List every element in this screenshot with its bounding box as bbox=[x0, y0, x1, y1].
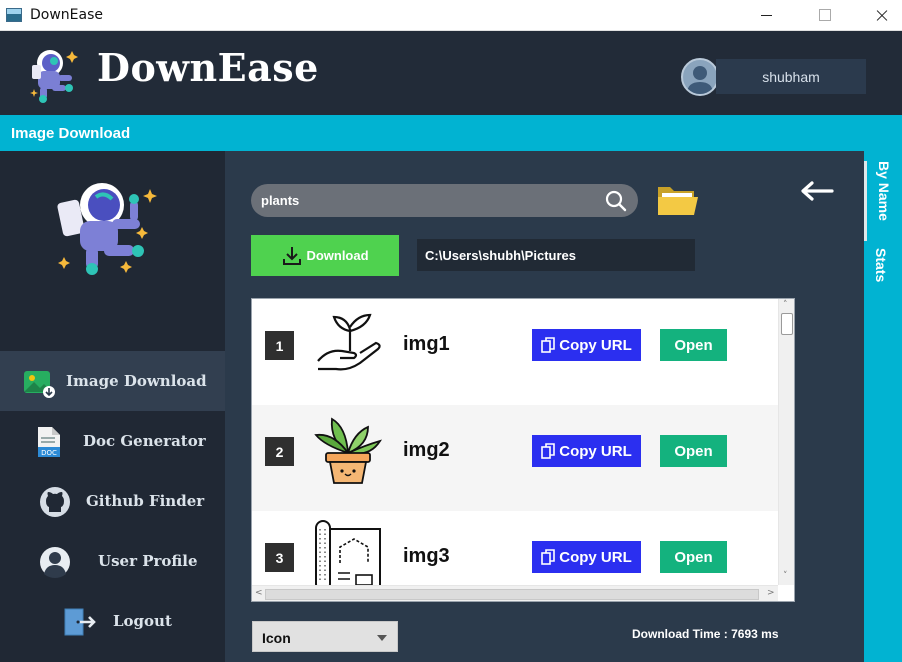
tab-stats-label: Stats bbox=[873, 248, 889, 283]
item-name: img2 bbox=[403, 439, 450, 461]
sidebar-item-image-download[interactable]: Image Download bbox=[0, 351, 225, 411]
format-select[interactable]: Icon bbox=[252, 621, 398, 652]
sidebar-label-logout: Logout bbox=[113, 612, 172, 630]
sidebar-item-doc-generator[interactable]: DOC Doc Generator bbox=[0, 411, 225, 471]
scroll-up-icon[interactable]: ˄ bbox=[783, 300, 788, 310]
sidebar-item-github-finder[interactable]: Github Finder bbox=[0, 471, 225, 531]
scroll-left-icon[interactable]: < bbox=[255, 588, 263, 598]
list-item: 1 img1 Copy URL Open bbox=[252, 299, 778, 405]
doc-icon: DOC bbox=[38, 427, 60, 457]
avatar-user-icon bbox=[687, 66, 713, 94]
window-title: DownEase bbox=[30, 7, 104, 23]
copy-icon bbox=[541, 549, 556, 565]
copy-url-button[interactable]: Copy URL bbox=[532, 329, 641, 361]
sidebar-item-logout[interactable]: Logout bbox=[0, 591, 225, 651]
folder-icon[interactable] bbox=[656, 181, 700, 219]
horizontal-scrollbar[interactable]: < > bbox=[252, 585, 778, 601]
back-arrow-icon[interactable] bbox=[798, 180, 834, 202]
format-select-value: Icon bbox=[262, 630, 291, 646]
close-button[interactable] bbox=[858, 0, 902, 31]
minimize-button[interactable] bbox=[744, 0, 790, 31]
item-name: img1 bbox=[403, 333, 450, 355]
github-icon bbox=[40, 487, 70, 517]
section-bar: Image Download bbox=[0, 115, 902, 151]
sidebar: Image Download DOC Doc Generator Github … bbox=[0, 151, 225, 662]
vertical-scroll-thumb[interactable] bbox=[781, 313, 793, 335]
copy-url-button[interactable]: Copy URL bbox=[532, 541, 641, 573]
copy-url-label: Copy URL bbox=[559, 442, 632, 460]
scroll-right-icon[interactable]: > bbox=[767, 588, 775, 598]
tab-by-name[interactable]: By Name bbox=[864, 161, 902, 241]
sidebar-label-doc-generator: Doc Generator bbox=[83, 432, 206, 450]
open-button[interactable]: Open bbox=[660, 541, 727, 573]
brand-title: DownEase bbox=[97, 45, 319, 90]
copy-url-label: Copy URL bbox=[559, 336, 632, 354]
copy-url-button[interactable]: Copy URL bbox=[532, 435, 641, 467]
window-titlebar: DownEase bbox=[0, 0, 902, 31]
sidebar-label-user-profile: User Profile bbox=[98, 552, 198, 570]
list-item: 2 img2 Copy URL Open bbox=[252, 405, 778, 511]
maximize-button[interactable] bbox=[802, 0, 848, 31]
sidebar-item-user-profile[interactable]: User Profile bbox=[0, 531, 225, 591]
search-icon[interactable] bbox=[604, 189, 628, 213]
app-header: DownEase shubham bbox=[0, 31, 902, 115]
svg-text:DOC: DOC bbox=[41, 449, 57, 457]
image-download-icon bbox=[24, 371, 55, 398]
astronaut-illustration bbox=[57, 183, 157, 275]
search-input[interactable]: plants bbox=[251, 184, 638, 217]
sidebar-label-github-finder: Github Finder bbox=[86, 492, 205, 510]
chevron-down-icon bbox=[377, 635, 387, 641]
download-button-label: Download bbox=[306, 248, 369, 263]
sidebar-label-image-download: Image Download bbox=[66, 372, 207, 390]
greenhouse-blueprint-icon bbox=[315, 520, 381, 592]
username-label: shubham bbox=[716, 59, 866, 94]
right-tab-bar: By Name Stats bbox=[864, 151, 902, 662]
user-icon bbox=[40, 547, 70, 578]
item-index-badge: 2 bbox=[265, 437, 294, 466]
search-input-value: plants bbox=[261, 193, 300, 208]
app-icon bbox=[6, 8, 22, 22]
copy-icon bbox=[541, 337, 556, 353]
vertical-scrollbar[interactable]: ˄ ˅ bbox=[778, 299, 794, 585]
download-icon bbox=[283, 246, 302, 265]
item-index-badge: 3 bbox=[265, 543, 294, 572]
user-avatar[interactable] bbox=[681, 58, 719, 96]
copy-url-label: Copy URL bbox=[559, 548, 632, 566]
logout-icon bbox=[64, 608, 96, 636]
potted-plant-icon bbox=[314, 417, 383, 484]
astronaut-logo-icon bbox=[30, 50, 78, 103]
download-time-status: Download Time : 7693 ms bbox=[632, 627, 779, 641]
horizontal-scroll-thumb[interactable] bbox=[265, 589, 759, 600]
download-button[interactable]: Download bbox=[251, 235, 399, 276]
save-path-field[interactable]: C:\Users\shubh\Pictures bbox=[417, 239, 695, 271]
scroll-down-icon[interactable]: ˅ bbox=[783, 571, 788, 581]
open-button[interactable]: Open bbox=[660, 329, 727, 361]
copy-icon bbox=[541, 443, 556, 459]
item-index-badge: 1 bbox=[265, 331, 294, 360]
hand-sprout-icon bbox=[317, 313, 381, 371]
tab-by-name-label: By Name bbox=[876, 161, 892, 221]
item-name: img3 bbox=[403, 545, 450, 567]
tab-stats[interactable]: Stats bbox=[864, 248, 902, 293]
results-list[interactable]: 1 img1 Copy URL Open 2 img2 Copy URL Ope… bbox=[251, 298, 795, 602]
section-title: Image Download bbox=[11, 125, 131, 142]
open-button[interactable]: Open bbox=[660, 435, 727, 467]
